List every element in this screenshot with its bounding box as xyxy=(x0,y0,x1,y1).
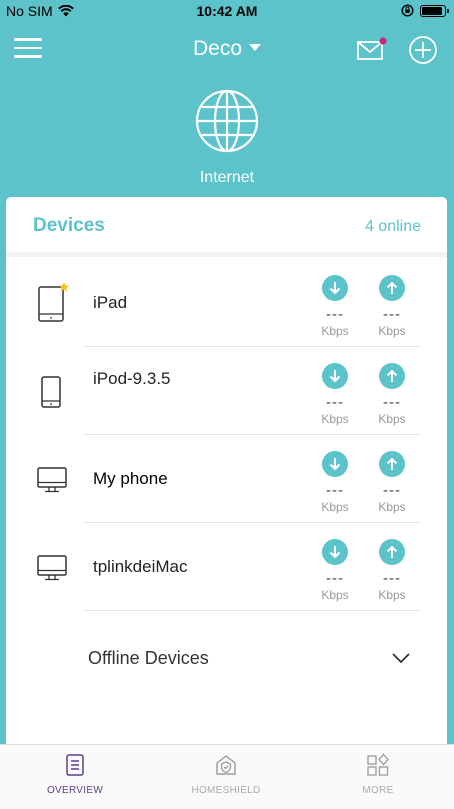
download-arrow-icon xyxy=(322,275,348,301)
top-nav: Deco xyxy=(0,28,454,72)
download-unit: Kbps xyxy=(321,500,349,514)
tablet-icon xyxy=(38,282,69,322)
upload-unit: Kbps xyxy=(378,324,406,338)
offline-devices-label: Offline Devices xyxy=(88,648,209,668)
upload-arrow-icon xyxy=(379,539,405,565)
upload-value: --- xyxy=(383,482,401,499)
favorite-star-icon xyxy=(59,282,69,292)
device-row-tplinkdeimac[interactable]: tplinkdeiMac --- Kbps --- Kbps xyxy=(6,523,447,611)
add-circle-icon xyxy=(409,36,437,64)
device-name: My phone xyxy=(93,469,168,488)
upload-value: --- xyxy=(383,306,401,323)
tab-label: HOMESHIELD xyxy=(191,785,261,796)
status-time: 10:42 AM xyxy=(196,3,258,19)
upload-rate: --- Kbps xyxy=(370,275,414,338)
orientation-lock-icon xyxy=(401,4,414,17)
row-divider xyxy=(83,610,421,611)
mail-icon xyxy=(357,37,387,60)
upload-rate: --- Kbps xyxy=(370,451,414,514)
network-title: Deco xyxy=(192,37,243,60)
devices-card: Devices 4 online iPad --- Kbps --- Kbps xyxy=(6,197,447,757)
download-rate: --- Kbps xyxy=(313,363,357,426)
upload-unit: Kbps xyxy=(378,412,406,426)
battery-icon xyxy=(420,4,449,17)
internet-label: Internet xyxy=(199,169,255,186)
bottom-tab-bar: OVERVIEW HOMESHIELD MORE xyxy=(0,744,454,809)
overview-icon xyxy=(66,754,84,776)
status-right xyxy=(401,4,449,17)
download-arrow-icon xyxy=(322,363,348,389)
messages-button[interactable] xyxy=(356,36,388,62)
device-name: tplinkdeiMac xyxy=(93,557,188,576)
download-arrow-icon xyxy=(322,539,348,565)
upload-arrow-icon xyxy=(379,451,405,477)
upload-rate: --- Kbps xyxy=(370,363,414,426)
download-value: --- xyxy=(326,570,344,587)
download-value: --- xyxy=(326,482,344,499)
download-unit: Kbps xyxy=(321,412,349,426)
tab-more[interactable]: MORE xyxy=(318,753,438,796)
status-bar: No SIM 10:42 AM xyxy=(0,0,454,24)
download-rate: --- Kbps xyxy=(313,275,357,338)
download-rate: --- Kbps xyxy=(313,539,357,602)
device-row-ipad[interactable]: iPad --- Kbps --- Kbps xyxy=(6,259,447,347)
chevron-down-icon xyxy=(392,653,410,664)
tab-label: MORE xyxy=(362,785,394,796)
caret-down-icon xyxy=(249,43,262,51)
desktop-icon xyxy=(37,555,67,581)
upload-arrow-icon xyxy=(379,275,405,301)
upload-value: --- xyxy=(383,570,401,587)
download-value: --- xyxy=(326,394,344,411)
download-unit: Kbps xyxy=(321,588,349,602)
device-row-my-phone[interactable]: My phone --- Kbps --- Kbps xyxy=(6,435,447,523)
download-arrow-icon xyxy=(322,451,348,477)
upload-unit: Kbps xyxy=(378,588,406,602)
tab-overview[interactable]: OVERVIEW xyxy=(15,753,135,796)
device-name: iPad xyxy=(93,293,128,312)
internet-node[interactable]: Internet xyxy=(0,88,454,187)
download-value: --- xyxy=(326,306,344,323)
upload-rate: --- Kbps xyxy=(370,539,414,602)
upload-unit: Kbps xyxy=(378,500,406,514)
phone-icon xyxy=(41,376,61,408)
homeshield-icon xyxy=(216,755,236,775)
globe-icon xyxy=(195,89,259,153)
offline-devices-toggle[interactable]: Offline Devices xyxy=(6,631,447,691)
device-name: iPod-9.3.5 xyxy=(93,369,171,388)
add-button[interactable] xyxy=(407,34,439,66)
devices-header: Devices 4 online xyxy=(6,197,447,257)
upload-value: --- xyxy=(383,394,401,411)
online-count: 4 online xyxy=(364,218,421,235)
download-rate: --- Kbps xyxy=(313,451,357,514)
download-unit: Kbps xyxy=(321,324,349,338)
tab-homeshield[interactable]: HOMESHIELD xyxy=(166,753,286,796)
tab-label: OVERVIEW xyxy=(46,785,104,796)
more-icon xyxy=(367,753,389,776)
devices-title: Devices xyxy=(33,215,105,236)
upload-arrow-icon xyxy=(379,363,405,389)
device-row-ipod[interactable]: iPod-9.3.5 --- Kbps --- Kbps xyxy=(6,347,447,435)
desktop-icon xyxy=(37,467,67,493)
